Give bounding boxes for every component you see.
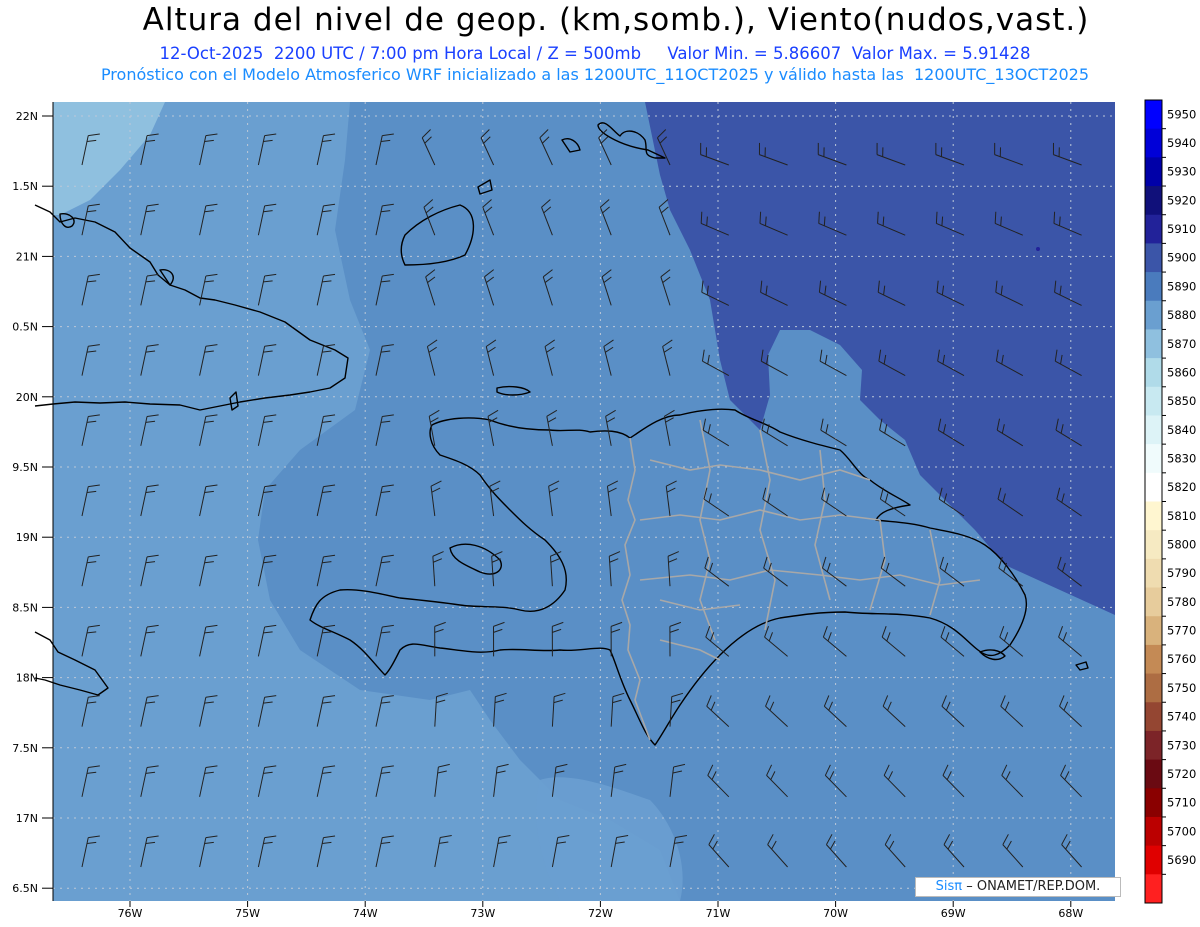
colorbar-swatch [1145,100,1162,130]
lat-label: 0.5N [12,321,38,334]
colorbar-label: 5750 [1167,681,1196,695]
colorbar-swatch [1145,702,1162,732]
colorbar-swatch [1145,243,1162,273]
colorbar-swatch [1145,558,1162,589]
colorbar-swatch [1145,730,1162,761]
lon-label: 69W [941,907,966,920]
colorbar-label: 5780 [1167,595,1196,609]
colorbar-label: 5880 [1167,308,1196,322]
lon-label: 72W [588,907,613,920]
lon-label: 76W [118,907,143,920]
colorbar-swatch [1145,472,1162,502]
sispi-logo: Sisπ [935,879,963,894]
colorbar-swatch [1145,788,1162,818]
colorbar-label: 5950 [1167,107,1196,121]
colorbar-swatch [1145,501,1162,531]
colorbar-swatch [1145,272,1162,302]
lon-label: 68W [1058,907,1083,920]
colorbar-label: 5760 [1167,652,1196,666]
colorbar-label: 5900 [1167,251,1196,265]
lon-label: 73W [470,907,495,920]
colorbar-label: 5930 [1167,165,1196,179]
colorbar-label: 5800 [1167,538,1196,552]
colorbar-swatch [1145,759,1162,789]
colorbar-label: 5810 [1167,509,1196,523]
colorbar-swatch [1145,214,1162,244]
colorbar-swatch [1145,673,1162,703]
lat-label: 1.5N [12,180,38,193]
colorbar-label: 5830 [1167,451,1196,465]
lon-label: 75W [235,907,260,920]
colorbar-label: 5850 [1167,394,1196,408]
colorbar-swatch [1145,845,1162,875]
colorbar-label: 5940 [1167,136,1196,150]
colorbar-label: 5860 [1167,365,1196,379]
lat-label: 6.5N [12,882,38,895]
colorbar-label: 5730 [1167,738,1196,752]
colorbar-swatch [1145,358,1162,388]
colorbar-label: 5700 [1167,824,1196,838]
colorbar-swatch [1145,415,1162,445]
lon-label: 71W [706,907,731,920]
colorbar-label: 5840 [1167,423,1196,437]
lat-label: 9.5N [12,461,38,474]
colorbar-label: 5910 [1167,222,1196,236]
colorbar-swatch [1145,587,1162,617]
colorbar-label: 5720 [1167,767,1196,781]
colorbar-label: 5920 [1167,193,1196,207]
credit-text: – ONAMET/REP.DOM. [966,879,1101,894]
colorbar-swatch [1145,128,1162,158]
colorbar-swatch [1145,329,1162,359]
colorbar-label: 5690 [1167,853,1196,867]
lat-label: 7.5N [12,742,38,755]
colorbar-swatch [1145,386,1162,416]
colorbar-label: 5770 [1167,624,1196,638]
lat-label: 22N [16,110,38,123]
colorbar-swatch [1145,444,1162,474]
lat-label: 20N [16,391,38,404]
colorbar-label: 5890 [1167,279,1196,293]
lat-label: 17N [16,812,38,825]
colorbar-swatch [1145,157,1162,187]
colorbar-swatch [1145,616,1162,646]
lon-label: 74W [353,907,378,920]
colorbar-swatch [1145,874,1162,904]
colorbar-swatch [1145,816,1162,847]
colorbar-label: 5710 [1167,796,1196,810]
colorbar-label: 5740 [1167,710,1196,724]
lat-label: 21N [16,250,38,263]
colorbar-swatch [1145,300,1162,330]
lat-label: 18N [16,672,38,685]
latitude-labels: 22N 1.5N 21N 0.5N 20N 9.5N 19N 8.5N 18N 7.5N 17N 6.… [12,110,53,895]
geopotential-map: 22N 1.5N 21N 0.5N 20N 9.5N 19N 8.5N 18N 7.5N 17N 6.… [12,99,1196,920]
colorbar-label: 5870 [1167,337,1196,351]
lat-label: 8.5N [12,601,38,614]
colorbar-swatch [1145,644,1162,675]
colorbar: 5950 5940 5930 5920 5910 5900 5890 5880 5870 5860… [1144,99,1196,904]
colorbar-label: 5820 [1167,480,1196,494]
credit-box: Sisπ – ONAMET/REP.DOM. [915,877,1121,897]
colorbar-swatch [1145,186,1162,216]
colorbar-swatch [1145,530,1162,560]
dark-spot [1036,247,1040,251]
lon-label: 70W [823,907,848,920]
lat-label: 19N [16,531,38,544]
colorbar-label: 5790 [1167,566,1196,580]
